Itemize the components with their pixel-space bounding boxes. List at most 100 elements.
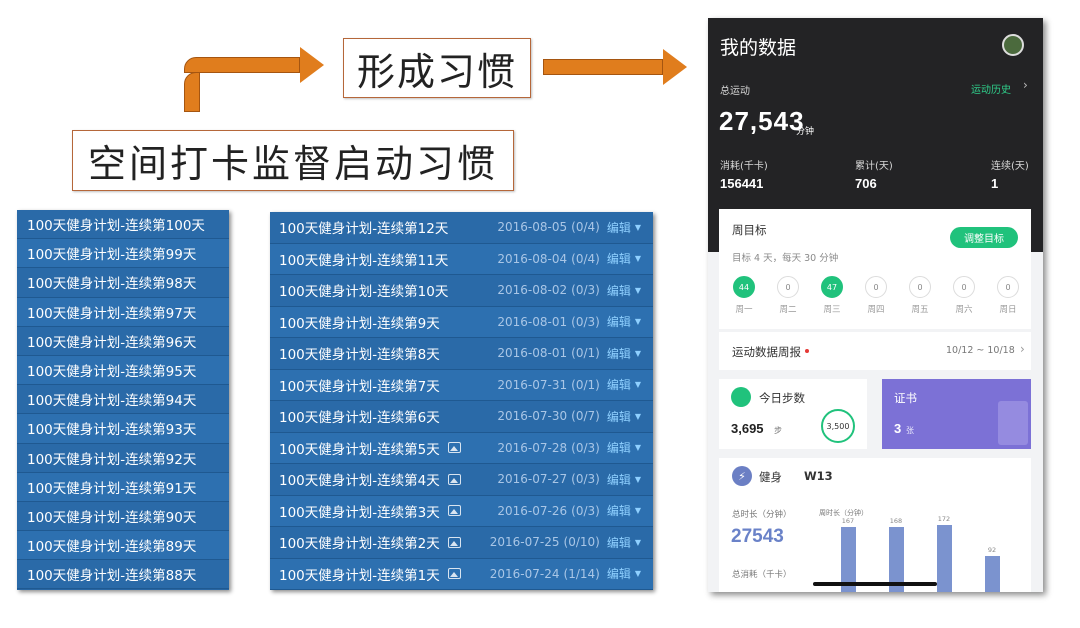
entry-count: (0/10) — [563, 535, 600, 550]
steps-card[interactable]: 今日步数 3,695 步 3,500 — [719, 379, 867, 449]
day-progress-circle: 0 — [865, 276, 887, 298]
history-link[interactable]: 运动历史 — [971, 81, 1011, 96]
caret-down-icon[interactable]: ▼ — [635, 254, 641, 263]
table-row[interactable]: 100天健身计划-连续第9天 2016-08-01 (0/3) 编辑 ▼ — [270, 306, 653, 338]
edit-button[interactable]: 编辑 — [607, 313, 631, 330]
report-range: 10/12 ~ 10/18 — [946, 345, 1015, 356]
caret-down-icon[interactable]: ▼ — [635, 349, 641, 358]
table-row[interactable]: 100天健身计划-连续第10天 2016-08-02 (0/3) 编辑 ▼ — [270, 275, 653, 307]
entry-title[interactable]: 100天健身计划-连续第11天 — [279, 249, 448, 269]
edit-button[interactable]: 编辑 — [607, 250, 631, 267]
list-item[interactable]: 100天健身计划-连续第96天 — [17, 326, 229, 356]
entry-title[interactable]: 100天健身计划-连续第9天 — [279, 312, 440, 332]
day-label: 周日 — [999, 305, 1017, 315]
entry-title[interactable]: 100天健身计划-连续第7天 — [279, 375, 440, 395]
page-title: 我的数据 — [720, 37, 797, 59]
stat-label: 连续(天) — [991, 161, 1029, 172]
day-label: 周五 — [911, 305, 929, 315]
day-label: 周一 — [735, 305, 753, 315]
caret-down-icon[interactable]: ▼ — [635, 412, 641, 421]
edit-button[interactable]: 编辑 — [607, 219, 631, 236]
list-item[interactable]: 100天健身计划-连续第89天 — [17, 531, 229, 561]
entry-count: (0/3) — [571, 472, 600, 487]
adjust-goal-button[interactable]: 调整目标 — [950, 227, 1018, 248]
entry-count: (0/4) — [571, 251, 600, 266]
duration-label: 总时长（分钟） — [732, 510, 792, 520]
entry-count: (0/1) — [571, 346, 600, 361]
chevron-right-icon[interactable]: › — [1023, 78, 1028, 92]
entry-count: (0/3) — [571, 503, 600, 518]
entry-title[interactable]: 100天健身计划-连续第2天 — [279, 532, 440, 552]
table-row[interactable]: 100天健身计划-连续第5天 2016-07-28 (0/3) 编辑 ▼ — [270, 432, 653, 464]
chart-bar — [985, 556, 1000, 592]
list-item[interactable]: 100天健身计划-连续第95天 — [17, 355, 229, 386]
caret-down-icon[interactable]: ▼ — [635, 443, 641, 452]
caret-down-icon[interactable]: ▼ — [635, 317, 641, 326]
weekly-goal-subtitle: 目标 4 天，每天 30 分钟 — [732, 253, 839, 264]
table-row[interactable]: 100天健身计划-连续第1天 2016-07-24 (1/14) 编辑 ▼ — [270, 558, 653, 590]
list-item[interactable]: 100天健身计划-连续第88天 — [17, 560, 229, 590]
list-item[interactable]: 100天健身计划-连续第92天 — [17, 443, 229, 473]
entry-title[interactable]: 100天健身计划-连续第10天 — [279, 280, 448, 300]
table-row[interactable]: 100天健身计划-连续第8天 2016-08-01 (0/1) 编辑 ▼ — [270, 338, 653, 370]
caret-down-icon[interactable]: ▼ — [635, 286, 641, 295]
entry-title[interactable]: 100天健身计划-连续第4天 — [279, 469, 440, 489]
stat-value: 1 — [991, 176, 999, 191]
list-item[interactable]: 100天健身计划-连续第99天 — [17, 239, 229, 269]
edit-button[interactable]: 编辑 — [607, 534, 631, 551]
weekly-report-row[interactable]: 运动数据周报 10/12 ~ 10/18 › — [719, 332, 1031, 370]
caret-down-icon[interactable]: ▼ — [635, 538, 641, 547]
certificate-title: 证书 — [894, 391, 917, 405]
entry-title[interactable]: 100天健身计划-连续第12天 — [279, 217, 448, 237]
list-item[interactable]: 100天健身计划-连续第90天 — [17, 501, 229, 532]
certificate-card[interactable]: 证书 3 张 — [882, 379, 1031, 449]
table-row[interactable]: 100天健身计划-连续第6天 2016-07-30 (0/7) 编辑 ▼ — [270, 401, 653, 433]
table-row[interactable]: 100天健身计划-连续第4天 2016-07-27 (0/3) 编辑 ▼ — [270, 464, 653, 496]
day-label: 周二 — [779, 305, 797, 315]
list-item[interactable]: 100天健身计划-连续第94天 — [17, 385, 229, 415]
image-icon — [447, 505, 461, 517]
day-progress-circle: 0 — [777, 276, 799, 298]
caret-down-icon[interactable]: ▼ — [635, 475, 641, 484]
weekly-goal-card: 周目标 调整目标 目标 4 天，每天 30 分钟 44 周一 0 周二 47 周三 0 周四 0… — [719, 209, 1031, 329]
caret-down-icon[interactable]: ▼ — [635, 380, 641, 389]
edit-button[interactable]: 编辑 — [607, 439, 631, 456]
entry-title[interactable]: 100天健身计划-连续第6天 — [279, 406, 440, 426]
day-label: 周三 — [823, 305, 841, 315]
day-label: 周六 — [955, 305, 973, 315]
table-row[interactable]: 100天健身计划-连续第3天 2016-07-26 (0/3) 编辑 ▼ — [270, 495, 653, 527]
edit-button[interactable]: 编辑 — [607, 376, 631, 393]
table-row[interactable]: 100天健身计划-连续第2天 2016-07-25 (0/10) 编辑 ▼ — [270, 527, 653, 559]
list-item[interactable]: 100天健身计划-连续第91天 — [17, 472, 229, 502]
edit-button[interactable]: 编辑 — [607, 565, 631, 582]
table-row[interactable]: 100天健身计划-连续第12天 2016-08-05 (0/4) 编辑 ▼ — [270, 212, 653, 244]
entry-title[interactable]: 100天健身计划-连续第5天 — [279, 438, 440, 458]
consumption-label: 总消耗（千卡） — [732, 570, 792, 580]
entry-title[interactable]: 100天健身计划-连续第3天 — [279, 501, 440, 521]
caret-down-icon[interactable]: ▼ — [635, 506, 641, 515]
avatar[interactable] — [1002, 34, 1024, 56]
list-item[interactable]: 100天健身计划-连续第100天 — [17, 210, 229, 240]
caret-down-icon[interactable]: ▼ — [635, 223, 641, 232]
edit-button[interactable]: 编辑 — [607, 345, 631, 362]
table-row[interactable]: 100天健身计划-连续第7天 2016-07-31 (0/1) 编辑 ▼ — [270, 369, 653, 401]
lightning-icon: ⚡ — [732, 466, 752, 486]
stat-value: 156441 — [720, 176, 764, 191]
edit-button[interactable]: 编辑 — [607, 282, 631, 299]
image-icon — [447, 568, 461, 580]
stat-label: 累计(天) — [855, 161, 893, 172]
list-item[interactable]: 100天健身计划-连续第97天 — [17, 297, 229, 327]
list-item[interactable]: 100天健身计划-连续第98天 — [17, 268, 229, 298]
edit-button[interactable]: 编辑 — [607, 471, 631, 488]
edit-button[interactable]: 编辑 — [607, 408, 631, 425]
certificate-unit: 张 — [906, 426, 914, 435]
edit-button[interactable]: 编辑 — [607, 502, 631, 519]
entry-date: 2016-07-25 — [489, 535, 560, 550]
entry-title[interactable]: 100天健身计划-连续第8天 — [279, 343, 440, 363]
entry-date: 2016-07-24 — [489, 566, 560, 581]
table-row[interactable]: 100天健身计划-连续第11天 2016-08-04 (0/4) 编辑 ▼ — [270, 243, 653, 275]
caret-down-icon[interactable]: ▼ — [635, 569, 641, 578]
entry-title[interactable]: 100天健身计划-连续第1天 — [279, 564, 440, 584]
footprint-icon — [731, 387, 751, 407]
list-item[interactable]: 100天健身计划-连续第93天 — [17, 414, 229, 444]
